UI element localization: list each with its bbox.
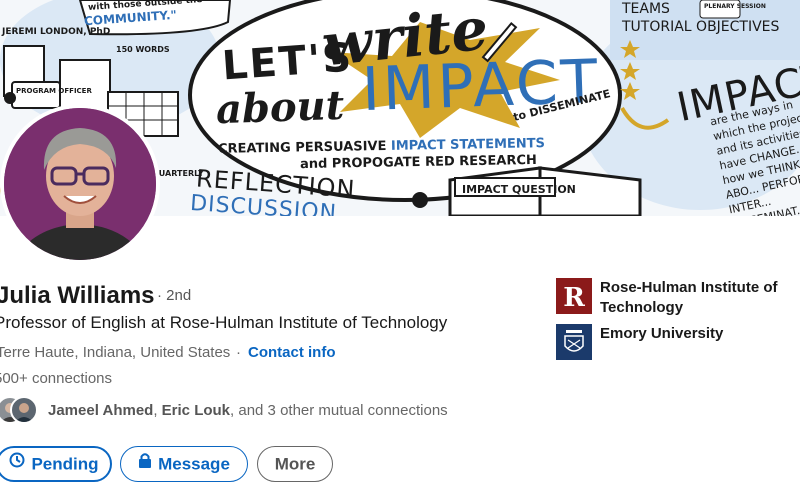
profile-name: Julia Williams bbox=[0, 282, 155, 309]
location-separator: · bbox=[236, 344, 241, 361]
profile-location: Terre Haute, Indiana, United States bbox=[0, 344, 231, 361]
pending-button[interactable]: Pending bbox=[0, 446, 112, 482]
svg-text:R: R bbox=[563, 283, 585, 313]
more-button[interactable]: More bbox=[257, 446, 333, 482]
banner-text-persuasive-pre: CREATING PERSUASIVE bbox=[217, 138, 387, 157]
clock-icon bbox=[9, 447, 25, 479]
emory-logo bbox=[556, 324, 592, 360]
profile-headline: Professor of English at Rose-Hulman Inst… bbox=[0, 313, 448, 332]
connection-degree: · 2nd bbox=[157, 287, 192, 304]
rose-hulman-logo: R bbox=[556, 278, 592, 314]
message-label: Message bbox=[158, 454, 230, 474]
mutual-connections-text[interactable]: Jameel Ahmed, Eric Louk, and 3 other mut… bbox=[48, 401, 448, 421]
banner-text-impact-statements: IMPACT STATEMENTS bbox=[390, 136, 546, 154]
banner-text-landon: JEREMI LONDON, PhD bbox=[2, 27, 111, 37]
more-label: More bbox=[274, 454, 316, 474]
lock-icon bbox=[138, 446, 152, 480]
mutual-rest: , and 3 other mutual connections bbox=[230, 402, 448, 419]
mutual-name: Jameel Ahmed bbox=[48, 402, 154, 419]
mutual-name: Eric Louk bbox=[161, 402, 231, 419]
org-name: Emory University bbox=[600, 325, 724, 342]
banner-text-tutorial-objectives: TUTORIAL OBJECTIVES bbox=[622, 19, 780, 35]
banner-text-about: about bbox=[215, 81, 345, 134]
org-name: Rose-Hulman Institute of Technology bbox=[600, 279, 778, 316]
pending-label: Pending bbox=[31, 454, 99, 474]
banner-text-propagate: and PROPOGATE RED RESEARCH bbox=[299, 152, 537, 173]
banner-text-impact-question: IMPACT QUESTION bbox=[462, 183, 576, 196]
mutual-connections-avatars[interactable] bbox=[0, 396, 42, 426]
contact-info-link[interactable]: Contact info bbox=[248, 343, 336, 363]
banner-text-150-words: 150 WORDS bbox=[116, 45, 170, 54]
mutual-separator: , bbox=[153, 402, 162, 419]
banner-text-program-officer: PROGRAM OFFICER bbox=[16, 87, 92, 95]
mutual-avatar bbox=[10, 396, 38, 424]
banner-text-plenary: PLENARY SESSION bbox=[704, 3, 766, 10]
profile-avatar[interactable] bbox=[0, 104, 160, 264]
connections-count[interactable]: 500+ connections bbox=[0, 369, 112, 389]
banner-text-teams: TEAMS bbox=[622, 1, 670, 17]
message-button[interactable]: Message bbox=[120, 446, 248, 482]
avatar-portrait bbox=[4, 108, 156, 260]
